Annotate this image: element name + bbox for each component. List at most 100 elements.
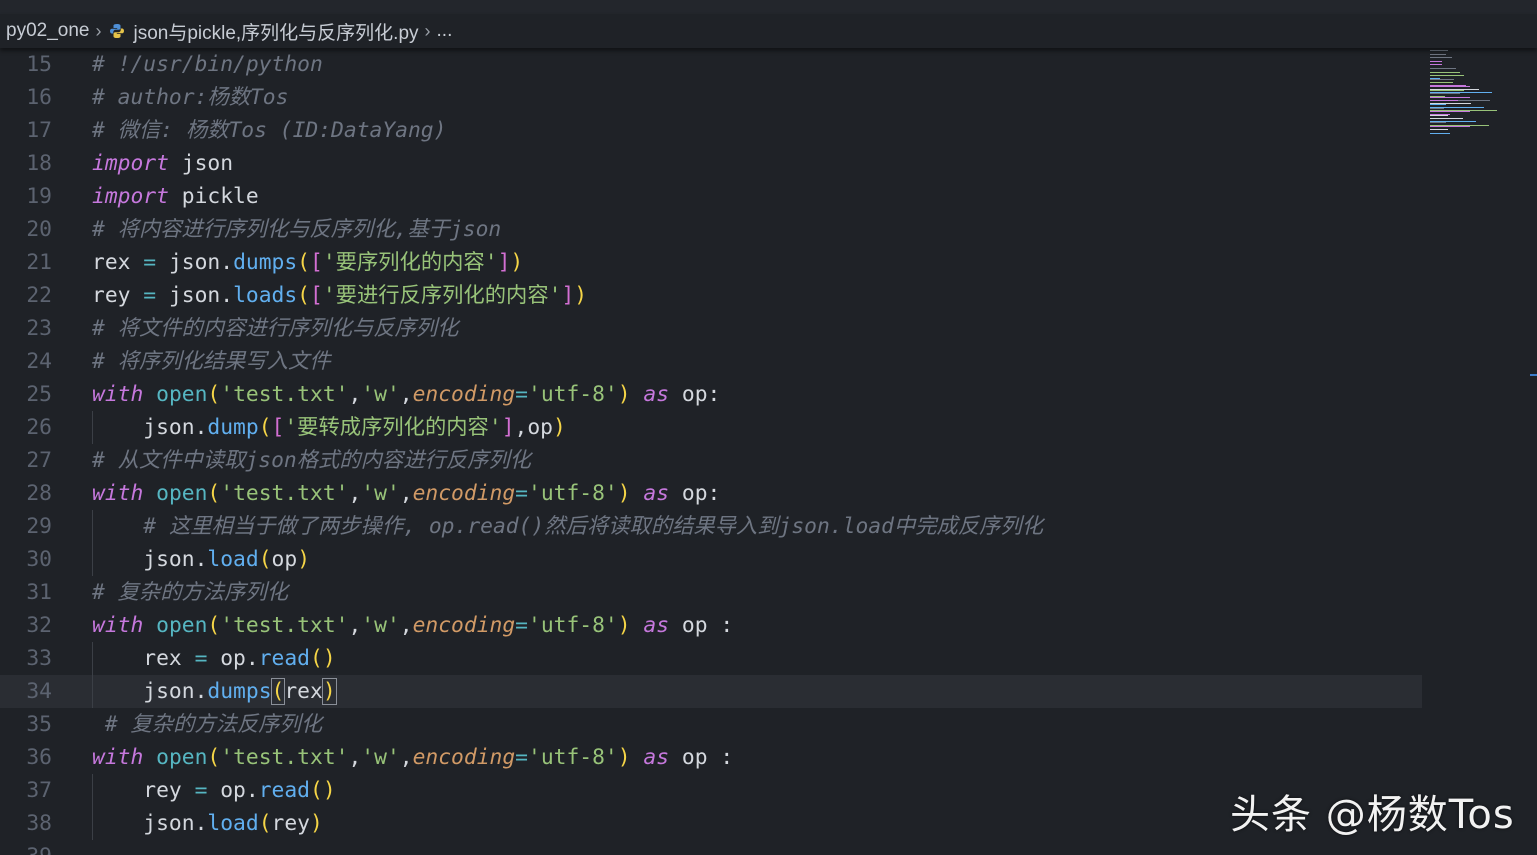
minimap-line	[1430, 68, 1456, 69]
code-text: json.dumps(rex)	[92, 675, 337, 708]
code-line[interactable]: 17 # 微信: 杨数Tos (ID:DataYang)	[0, 114, 1422, 147]
code-editor[interactable]: 15 # !/usr/bin/python 16 # author:杨数Tos 17 # …	[0, 48, 1422, 855]
minimap-line	[1430, 64, 1442, 66]
python-file-icon	[110, 24, 125, 38]
bracket-token: )	[617, 481, 631, 506]
operator-token: =	[143, 283, 157, 308]
code-line[interactable]: 20 # 将内容进行序列化与反序列化,基于json	[0, 213, 1422, 246]
keyword-token: import	[92, 184, 169, 209]
operator-token: =	[515, 382, 528, 407]
code-line[interactable]: 19 import pickle	[0, 180, 1422, 213]
text-token: ,	[399, 382, 413, 407]
minimap-line	[1430, 103, 1471, 105]
code-line[interactable]: 16 # author:杨数Tos	[0, 81, 1422, 114]
code-line[interactable]: 26 json.dump(['要转成序列化的内容'],op)	[0, 411, 1422, 444]
code-line[interactable]: 32 with open('test.txt','w',encoding='utf…	[0, 609, 1422, 642]
operator-token: =	[515, 745, 528, 770]
breadcrumb-more[interactable]: ...	[437, 20, 453, 42]
function-token: load	[207, 811, 259, 836]
keyword-token: as	[643, 382, 670, 407]
text-token: op.	[207, 646, 259, 671]
keyword-token: as	[643, 481, 670, 506]
line-number: 16	[26, 85, 52, 110]
code-line[interactable]: 29 # 这里相当于做了两步操作, op.read()然后将读取的结果导入到js…	[0, 510, 1422, 543]
bracket-token: ()	[310, 646, 336, 671]
code-text: with open('test.txt','w',encoding='utf-8…	[92, 741, 733, 774]
code-line[interactable]: 23 # 将文件的内容进行序列化与反序列化	[0, 312, 1422, 345]
code-text: with open('test.txt','w',encoding='utf-8…	[92, 477, 720, 510]
matched-bracket-token: (	[270, 678, 286, 705]
code-text: with open('test.txt','w',encoding='utf-8…	[92, 378, 720, 411]
bracket-token: )	[310, 811, 323, 836]
comment-token: # 微信: 杨数Tos (ID:DataYang)	[92, 118, 447, 143]
builtin-token: open	[156, 481, 208, 506]
function-token: dump	[207, 415, 259, 440]
code-line[interactable]: 33 rex = op.read()	[0, 642, 1422, 675]
keyword-token: with	[92, 481, 144, 506]
line-number: 34	[26, 679, 52, 704]
text-token: json.	[156, 250, 234, 275]
comment-token: # 从文件中读取json格式的内容进行反序列化	[92, 448, 531, 473]
minimap-line	[1430, 121, 1476, 123]
code-line[interactable]: 25 with open('test.txt','w',encoding='utf…	[0, 378, 1422, 411]
code-line[interactable]: 18 import json	[0, 147, 1422, 180]
operator-token: =	[194, 778, 208, 803]
code-line[interactable]: 28 with open('test.txt','w',encoding='utf…	[0, 477, 1422, 510]
builtin-token: open	[156, 613, 208, 638]
code-line[interactable]: 21 rex = json.dumps(['要序列化的内容'])	[0, 246, 1422, 279]
code-line[interactable]: 31 # 复杂的方法序列化	[0, 576, 1422, 609]
bracket-token: )	[510, 250, 524, 275]
code-line[interactable]: 38 json.load(rey)	[0, 807, 1422, 840]
line-number: 25	[26, 382, 52, 407]
code-text: # 从文件中读取json格式的内容进行反序列化	[92, 444, 531, 477]
minimap[interactable]	[1422, 48, 1537, 855]
breadcrumb-folder[interactable]: py02_one	[6, 20, 89, 42]
code-text: rey = json.loads(['要进行反序列化的内容'])	[92, 279, 587, 312]
code-line[interactable]: 37 rey = op.read()	[0, 774, 1422, 807]
scrollbar-marker	[1530, 374, 1537, 376]
bracket-token: )	[617, 613, 631, 638]
minimap-line	[1430, 60, 1442, 62]
code-line[interactable]: 36 with open('test.txt','w',encoding='utf…	[0, 741, 1422, 774]
parameter-token: encoding	[412, 382, 516, 407]
line-number: 33	[26, 646, 52, 671]
watermark: 头条 @杨数Tos	[1230, 792, 1515, 838]
code-line[interactable]: 30 json.load(op)	[0, 543, 1422, 576]
breadcrumb-file[interactable]: json与pickle,序列化与反序列化.py	[133, 18, 418, 45]
function-token: read	[258, 778, 310, 803]
text-token: json.	[92, 679, 208, 704]
code-line[interactable]: 24 # 将序列化结果写入文件	[0, 345, 1422, 378]
text-token: op:	[669, 481, 721, 506]
code-line-current[interactable]: 34 json.dumps(rex)	[0, 675, 1422, 708]
code-line[interactable]: 35 # 复杂的方法反序列化	[0, 708, 1422, 741]
text-token: rex	[92, 250, 144, 275]
code-line[interactable]: 27 # 从文件中读取json格式的内容进行反序列化	[0, 444, 1422, 477]
string-token: '要进行反序列化的内容'	[322, 283, 562, 308]
bracket-token: (	[207, 382, 221, 407]
code-text: # 将内容进行序列化与反序列化,基于json	[92, 213, 501, 246]
minimap-line	[1430, 99, 1458, 101]
line-number: 28	[26, 481, 52, 506]
string-token: 'utf-8'	[528, 481, 618, 506]
text-token: rex	[92, 646, 195, 671]
line-number: 32	[26, 613, 52, 638]
code-line[interactable]: 15 # !/usr/bin/python	[0, 48, 1422, 81]
line-number: 17	[26, 118, 52, 143]
bracket-token: ]	[561, 283, 575, 308]
breadcrumb: py02_one › json与pickle,序列化与反序列化.py › ...	[0, 14, 1537, 48]
code-line[interactable]: 39	[0, 840, 1422, 855]
line-number: 36	[26, 745, 52, 770]
minimap-line	[1430, 110, 1497, 112]
comment-token: # 复杂的方法序列化	[92, 580, 289, 605]
text-token: op.	[207, 778, 259, 803]
code-line[interactable]: 22 rey = json.loads(['要进行反序列化的内容'])	[0, 279, 1422, 312]
code-text: import json	[92, 147, 233, 180]
string-token: 'w'	[361, 382, 400, 407]
text-token: ,	[348, 745, 362, 770]
string-token: 'utf-8'	[528, 613, 618, 638]
